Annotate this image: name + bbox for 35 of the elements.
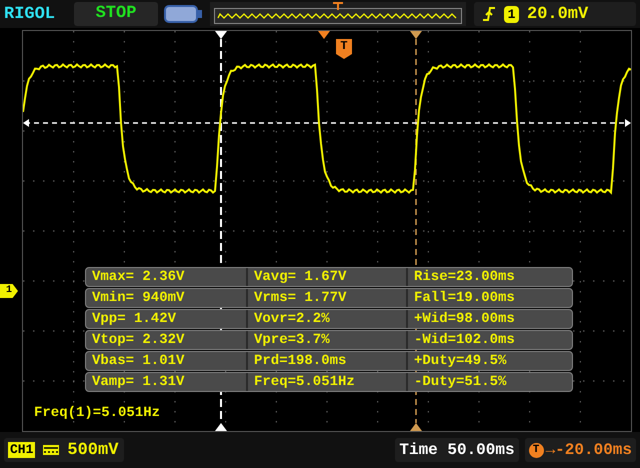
measurement-value: +Wid=98.00ms xyxy=(406,310,572,328)
trigger-position-icon xyxy=(333,2,343,10)
run-state[interactable]: STOP xyxy=(74,2,158,26)
measurement-value: Rise=23.00ms xyxy=(406,268,572,286)
coupling-icon xyxy=(43,445,60,455)
channel-label[interactable]: CH1 xyxy=(8,442,36,458)
trigger-icon: T xyxy=(528,442,544,458)
trigger-source: 1 xyxy=(504,6,519,22)
measurement-value: Vpre=3.7% xyxy=(246,331,406,349)
measurement-value: Vmin= 940mV xyxy=(91,289,186,307)
channel-marker[interactable]: 1 xyxy=(0,284,18,298)
brand-label: RIGOL xyxy=(4,4,56,24)
measurement-value: Vtop= 2.32V xyxy=(91,331,186,349)
trigger-marker[interactable]: T xyxy=(336,39,352,59)
measurement-value: Vovr=2.2% xyxy=(246,310,406,328)
measurement-value: Freq=5.051Hz xyxy=(246,373,406,391)
measurement-value: -Wid=102.0ms xyxy=(406,331,572,349)
measurement-value: Vpp= 1.42V xyxy=(91,310,178,328)
timebase-readout: Time 50.00ms xyxy=(395,438,519,462)
rising-edge-icon xyxy=(482,6,496,22)
trigger-offset: →-20.00ms xyxy=(546,440,632,461)
frequency-readout: Freq(1)=5.051Hz xyxy=(34,405,160,421)
measurement-value: +Duty=49.5% xyxy=(406,352,572,370)
vertical-scale: 500mV xyxy=(67,440,118,460)
measurement-value: Prd=198.0ms xyxy=(246,352,406,370)
measurement-value: -Duty=51.5% xyxy=(406,373,572,391)
battery-icon xyxy=(164,4,204,24)
measurement-value: Vrms= 1.77V xyxy=(246,289,406,307)
trigger-position-icon xyxy=(318,31,330,39)
measurement-value: Fall=19.00ms xyxy=(406,289,572,307)
trigger-level: 20.0mV xyxy=(527,4,588,24)
measurement-value: Vmax= 2.36V xyxy=(91,268,186,286)
measurement-value: Vbas= 1.01V xyxy=(91,352,186,370)
measurement-value: Vamp= 1.31V xyxy=(91,373,186,391)
measurement-value: Vavg= 1.67V xyxy=(246,268,406,286)
